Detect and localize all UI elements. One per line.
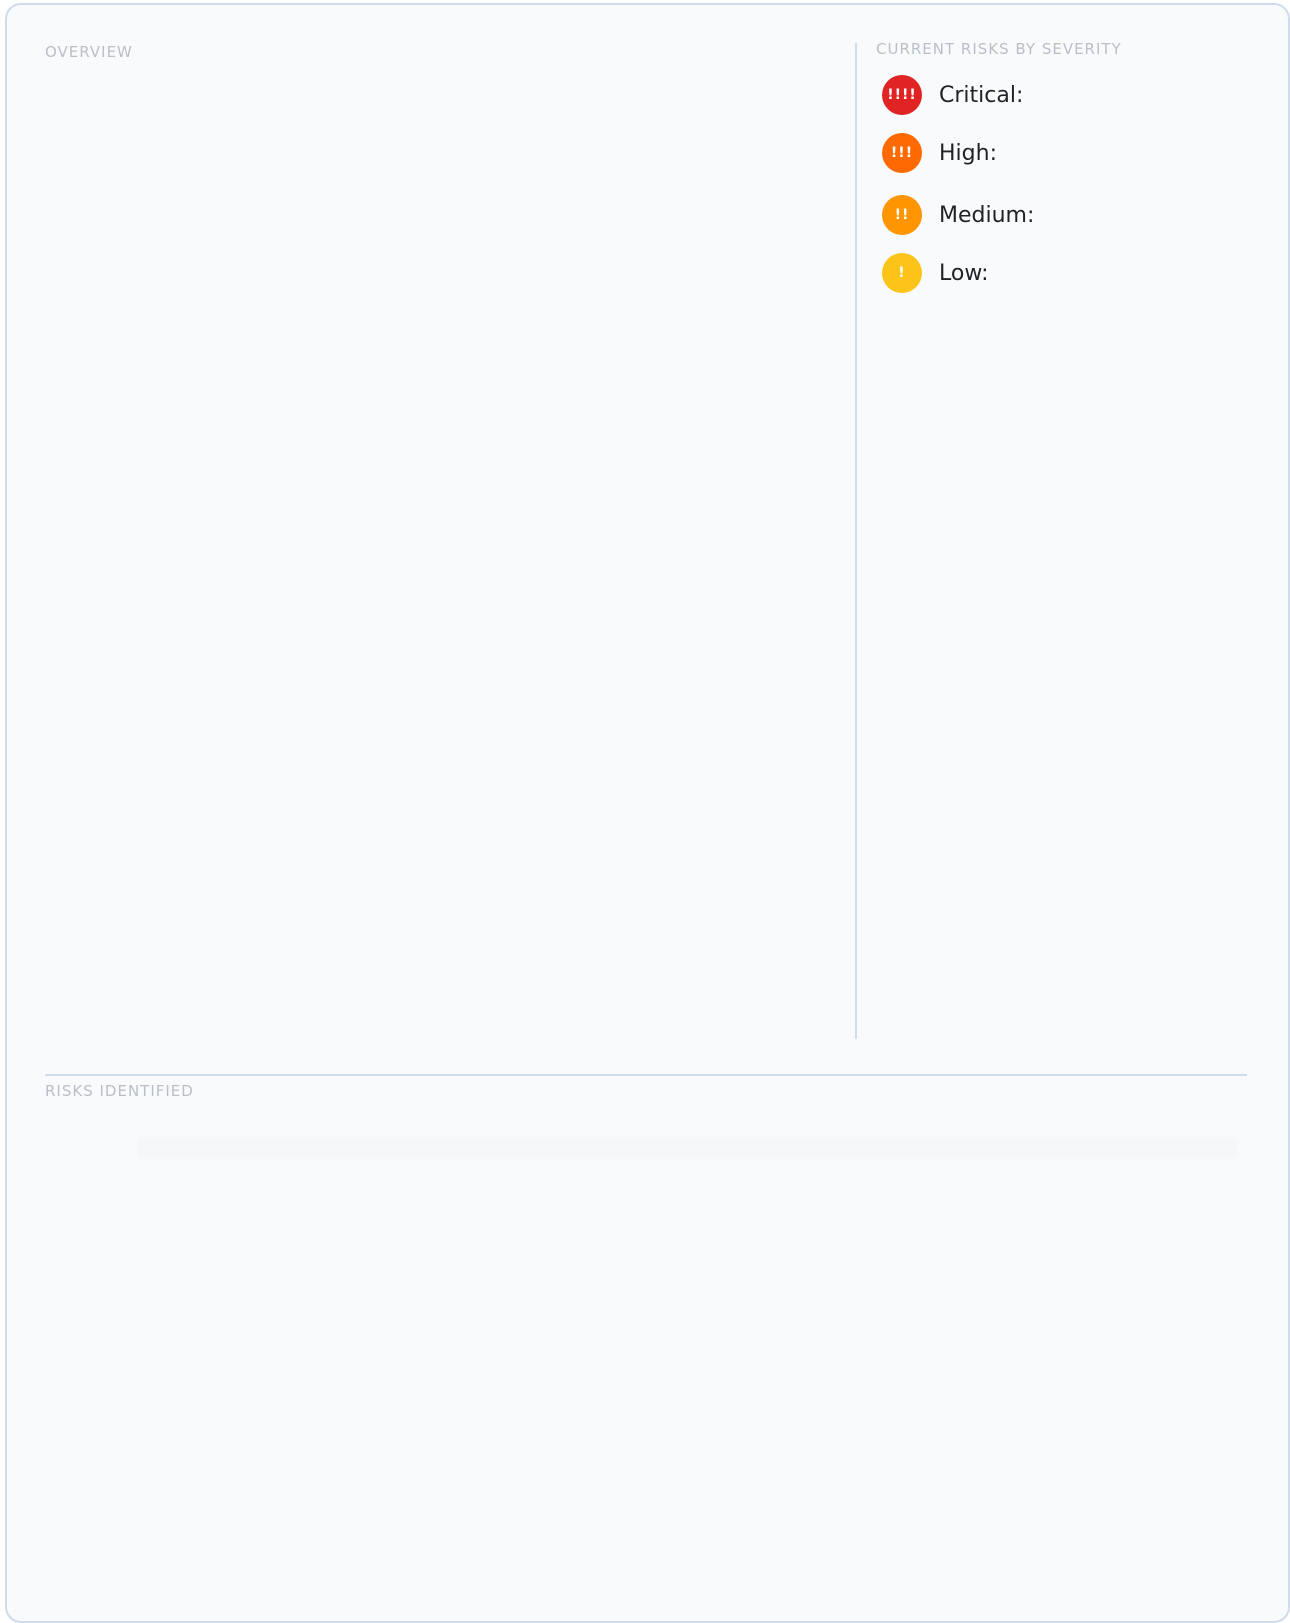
severity-label-low: Low: — [939, 260, 989, 286]
severity-row-critical: !!!! Critical: — [882, 75, 1023, 115]
horizontal-divider — [45, 1074, 1247, 1076]
loading-placeholder-bar — [137, 1137, 1237, 1159]
risks-identified-heading: RISKS IDENTIFIED — [45, 1082, 194, 1100]
severity-heading: CURRENT RISKS BY SEVERITY — [876, 40, 1122, 58]
low-severity-icon: ! — [882, 253, 922, 293]
severity-label-high: High: — [939, 140, 997, 166]
severity-row-low: ! Low: — [882, 253, 989, 293]
risk-dashboard-card: OVERVIEW CURRENT RISKS BY SEVERITY !!!! … — [5, 3, 1290, 1623]
overview-heading: OVERVIEW — [45, 43, 133, 61]
medium-severity-icon: !! — [882, 195, 922, 235]
severity-label-critical: Critical: — [939, 82, 1024, 108]
critical-severity-icon: !!!! — [882, 75, 922, 115]
severity-row-medium: !! Medium: — [882, 195, 1034, 235]
severity-label-medium: Medium: — [939, 202, 1035, 228]
severity-row-high: !!! High: — [882, 133, 997, 173]
high-severity-icon: !!! — [882, 133, 922, 173]
vertical-divider — [855, 43, 857, 1039]
